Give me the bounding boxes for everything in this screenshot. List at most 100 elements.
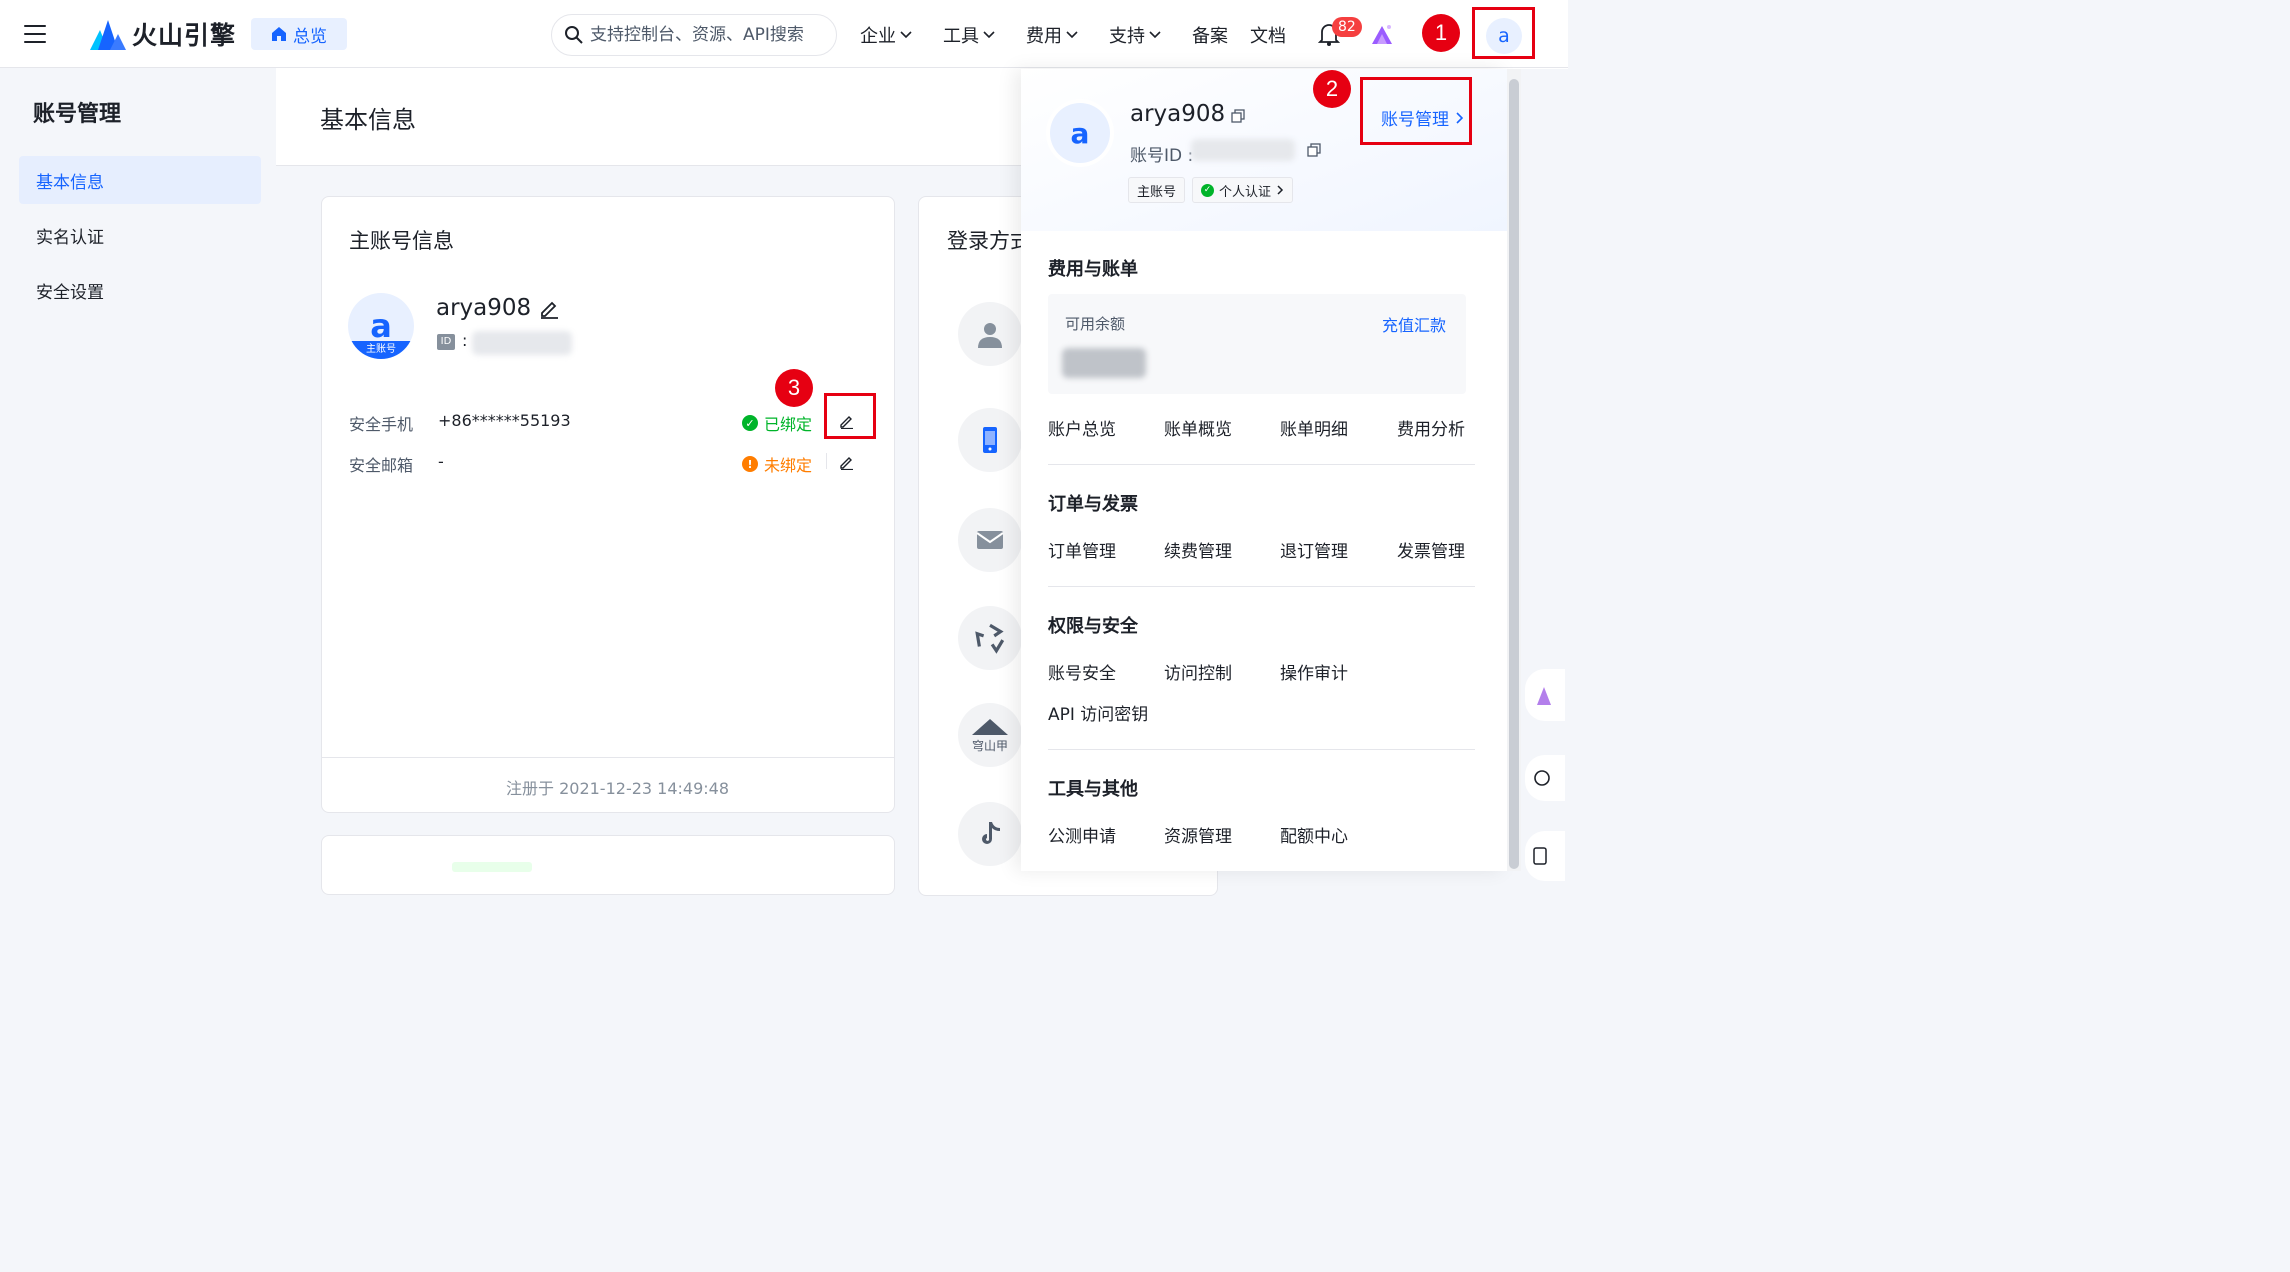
chevron-down-icon — [1149, 31, 1161, 39]
email-label: 安全邮箱 — [349, 456, 414, 475]
search-icon — [565, 26, 583, 44]
id-badge: ID — [437, 334, 455, 350]
divider — [1048, 586, 1475, 587]
link-invoice-management[interactable]: 发票管理 — [1397, 537, 1465, 562]
nav-tools-label: 工具 — [943, 26, 979, 47]
account-avatar-letter: a — [370, 307, 392, 345]
link-access-control[interactable]: 访问控制 — [1164, 659, 1232, 684]
balance-box: 可用余额 充值汇款 — [1048, 294, 1466, 394]
nav-billing[interactable]: 费用 — [1026, 22, 1078, 48]
nav-support-label: 支持 — [1109, 26, 1145, 47]
annotation-marker-1: 1 — [1422, 14, 1460, 52]
edit-username-icon[interactable] — [538, 297, 560, 319]
email-value: - — [438, 452, 444, 471]
registration-date: 注册于 2021-12-23 14:49:48 — [506, 779, 730, 798]
warning-circle-icon: ! — [742, 456, 758, 472]
help-float-button[interactable] — [1525, 755, 1565, 801]
search-box[interactable] — [551, 14, 837, 56]
brand-logo[interactable]: 火山引擎 — [90, 16, 236, 52]
masked-balance — [1062, 348, 1146, 378]
copy-username-icon[interactable] — [1231, 109, 1245, 123]
account-dropdown-panel: a arya908 账号ID : 账号管理 主账号 ✓ 个人认证 费用与账单 可… — [1021, 69, 1507, 871]
link-order-management[interactable]: 订单管理 — [1048, 537, 1116, 562]
personal-cert-pill[interactable]: ✓ 个人认证 — [1192, 177, 1294, 203]
link-operation-audit[interactable]: 操作审计 — [1280, 659, 1348, 684]
nav-docs-label: 文档 — [1250, 26, 1286, 47]
id-separator: : — [462, 331, 468, 350]
annotation-box-3 — [824, 393, 876, 439]
top-navigation-bar: 火山引擎 总览 企业 工具 费用 支持 备案 文档 82 a — [0, 0, 1568, 68]
phone-login-icon — [958, 408, 1022, 472]
nav-enterprise-label: 企业 — [860, 26, 896, 47]
assistant-float-button[interactable] — [1525, 669, 1565, 721]
link-renewal-management[interactable]: 续费管理 — [1164, 537, 1232, 562]
right-floating-toolbar — [1521, 69, 1568, 881]
email-status: ! 未绑定 — [742, 452, 812, 476]
link-refund-management[interactable]: 退订管理 — [1280, 537, 1348, 562]
nav-filing[interactable]: 备案 — [1192, 22, 1228, 48]
sidebar-title: 账号管理 — [33, 102, 122, 127]
main-account-pill-label: 主账号 — [1137, 184, 1177, 200]
link-bill-details[interactable]: 账单明细 — [1280, 415, 1348, 440]
sidebar-item-verification[interactable]: 实名认证 — [19, 211, 261, 259]
account-info-card: 主账号信息 a 主账号 arya908 ID : 安全手机 +86******5… — [321, 196, 895, 813]
link-bill-overview[interactable]: 账单概览 — [1164, 415, 1232, 440]
account-avatar: a 主账号 — [348, 293, 414, 359]
billing-section-title: 费用与账单 — [1048, 259, 1138, 280]
menu-icon[interactable] — [24, 24, 48, 44]
chevron-down-icon — [983, 31, 995, 39]
email-status-text: 未绑定 — [764, 456, 813, 475]
main-account-tag: 主账号 — [348, 341, 414, 359]
account-card-title: 主账号信息 — [349, 229, 454, 253]
divider — [1048, 749, 1475, 750]
copy-id-icon[interactable] — [1307, 143, 1321, 157]
home-icon — [272, 27, 286, 41]
nav-docs[interactable]: 文档 — [1250, 22, 1286, 48]
nav-billing-label: 费用 — [1026, 26, 1062, 47]
annotation-box-1 — [1472, 7, 1535, 59]
sidebar-item-security-settings[interactable]: 安全设置 — [19, 266, 261, 314]
link-cost-analysis[interactable]: 费用分析 — [1397, 415, 1465, 440]
feedback-float-button[interactable] — [1525, 831, 1565, 881]
annotation-box-2 — [1360, 77, 1472, 145]
link-api-access-keys[interactable]: API 访问密钥 — [1048, 700, 1148, 725]
search-input[interactable] — [590, 25, 830, 45]
verification-card — [321, 835, 895, 895]
volcano-logo-icon — [90, 20, 126, 50]
balance-label: 可用余额 — [1065, 315, 1126, 333]
overview-button[interactable]: 总览 — [251, 18, 347, 50]
scrollbar-thumb[interactable] — [1509, 79, 1519, 869]
nav-filing-label: 备案 — [1192, 26, 1228, 47]
security-section-title: 权限与安全 — [1048, 616, 1138, 637]
link-quota-center[interactable]: 配额中心 — [1280, 822, 1348, 847]
ai-assistant-icon[interactable] — [1370, 22, 1394, 46]
card-footer-divider — [322, 757, 894, 758]
masked-account-id — [472, 331, 572, 355]
tools-section-title: 工具与其他 — [1048, 779, 1138, 800]
panel-account-id-label: 账号ID : — [1130, 146, 1194, 166]
user-login-icon — [958, 302, 1022, 366]
panel-scrollbar[interactable] — [1507, 69, 1521, 871]
nav-enterprise[interactable]: 企业 — [860, 22, 912, 48]
sidebar-item-basic-info[interactable]: 基本信息 — [19, 156, 261, 204]
phone-value: +86******55193 — [438, 411, 571, 430]
chevron-right-icon — [1277, 185, 1284, 195]
link-account-overview[interactable]: 账户总览 — [1048, 415, 1116, 440]
panel-masked-id — [1191, 139, 1295, 161]
lark-login-icon — [958, 606, 1022, 670]
recharge-link[interactable]: 充值汇款 — [1382, 312, 1446, 336]
link-beta-application[interactable]: 公测申请 — [1048, 822, 1116, 847]
edit-email-icon[interactable] — [839, 454, 855, 470]
sidebar: 账号管理 基本信息 实名认证 安全设置 — [2, 68, 276, 871]
phone-status-text: 已绑定 — [764, 415, 813, 434]
notification-badge: 82 — [1332, 17, 1362, 37]
link-resource-management[interactable]: 资源管理 — [1164, 822, 1232, 847]
login-card-title: 登录方式 — [947, 229, 1031, 253]
divider — [826, 453, 827, 469]
nav-support[interactable]: 支持 — [1109, 22, 1161, 48]
panel-avatar: a — [1050, 103, 1110, 163]
link-account-security[interactable]: 账号安全 — [1048, 659, 1116, 684]
check-circle-icon: ✓ — [1201, 183, 1214, 197]
nav-tools[interactable]: 工具 — [943, 22, 995, 48]
qiongshanjia-caption: 穹山甲 — [971, 738, 1008, 753]
